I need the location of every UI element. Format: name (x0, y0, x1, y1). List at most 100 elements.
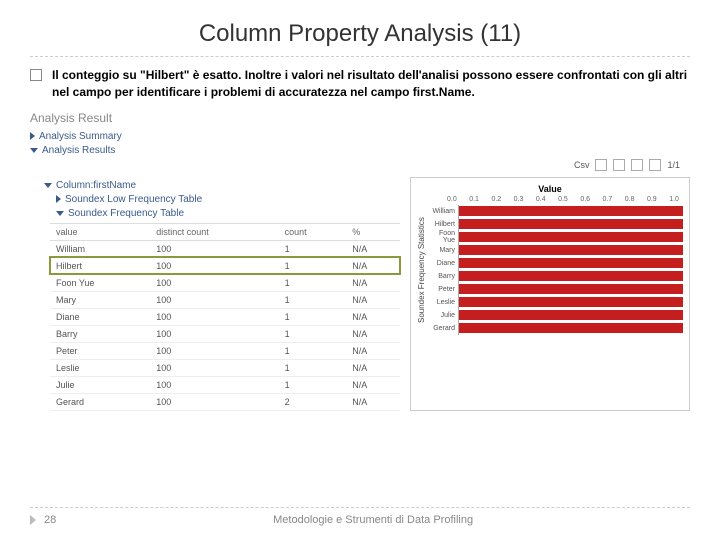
chart-bar (459, 310, 683, 320)
table-row[interactable]: Foon Yue1001N/A (50, 274, 400, 291)
table-row[interactable]: Gerard1002N/A (50, 393, 400, 410)
table-row[interactable]: Barry1001N/A (50, 325, 400, 342)
cell-value: Foon Yue (50, 274, 150, 291)
chart-bar-row: Peter (428, 283, 683, 296)
cell-count: 1 (279, 240, 347, 257)
cell-count: 1 (279, 342, 347, 359)
header-lowfreq[interactable]: Soundex Low Frequency Table (56, 194, 400, 205)
cell-count: 1 (279, 291, 347, 308)
bullet-item: Il conteggio su "Hilbert" è esatto. Inol… (30, 67, 690, 101)
cell-distinct: 100 (150, 325, 278, 342)
chevron-down-icon (56, 211, 64, 216)
table-row[interactable]: Diane1001N/A (50, 308, 400, 325)
chart-bar (459, 206, 683, 216)
chart-bar-row: Barry (428, 270, 683, 283)
cell-value: Diane (50, 308, 150, 325)
chart-y-label: Soundex Frequency Statistics (417, 205, 426, 335)
footer-text: Metodologie e Strumenti di Data Profilin… (56, 514, 690, 526)
table-row[interactable]: Julie1001N/A (50, 376, 400, 393)
cell-pct: N/A (346, 308, 400, 325)
table-row[interactable]: Hilbert1001N/A (50, 257, 400, 274)
chart-category-label: William (428, 208, 458, 215)
chart-category-label: Foon Yue (428, 230, 458, 244)
cell-value: Leslie (50, 359, 150, 376)
cell-count: 1 (279, 376, 347, 393)
chevron-right-icon (56, 195, 61, 203)
col-pct[interactable]: % (346, 223, 400, 240)
cell-distinct: 100 (150, 308, 278, 325)
cell-distinct: 100 (150, 359, 278, 376)
header-freq[interactable]: Soundex Frequency Table (56, 208, 400, 219)
analysis-area: Analysis Summary Analysis Results Csv 1/… (30, 131, 690, 411)
chart-bar (459, 245, 683, 255)
chart-bar (459, 284, 683, 294)
cell-distinct: 100 (150, 240, 278, 257)
table-row[interactable]: Peter1001N/A (50, 342, 400, 359)
label-column: Column:firstName (56, 180, 136, 191)
cell-value: Gerard (50, 393, 150, 410)
chart-category-label: Gerard (428, 325, 458, 332)
cell-distinct: 100 (150, 342, 278, 359)
cell-value: Barry (50, 325, 150, 342)
cell-distinct: 100 (150, 257, 278, 274)
chart-bar (459, 232, 683, 242)
cell-pct: N/A (346, 291, 400, 308)
frequency-table: value distinct count count % William1001… (50, 223, 400, 411)
header-analysis-summary[interactable]: Analysis Summary (30, 131, 690, 142)
last-page-icon[interactable] (649, 159, 661, 171)
cell-count: 1 (279, 359, 347, 376)
page-indicator: 1/1 (667, 160, 680, 170)
divider (30, 56, 690, 57)
next-page-icon[interactable] (631, 159, 643, 171)
label-analysis-summary: Analysis Summary (39, 131, 122, 142)
cell-pct: N/A (346, 393, 400, 410)
chart-panel: Value 0.00.10.20.30.40.50.60.70.80.91.0 … (410, 177, 690, 411)
footer-divider (30, 507, 690, 508)
table-row[interactable]: William1001N/A (50, 240, 400, 257)
header-analysis-results[interactable]: Analysis Results (30, 145, 690, 156)
prev-page-icon[interactable] (613, 159, 625, 171)
cell-count: 1 (279, 257, 347, 274)
chart-rows: WilliamHilbertFoon YueMaryDianeBarryPete… (428, 205, 683, 335)
chevron-right-icon (30, 132, 35, 140)
chart-bar (459, 323, 683, 333)
chart-bar-row: Gerard (428, 322, 683, 335)
cell-count: 1 (279, 274, 347, 291)
page-number: 28 (44, 514, 56, 526)
chart-category-label: Julie (428, 312, 458, 319)
chart-category-label: Peter (428, 286, 458, 293)
chart-category-label: Mary (428, 247, 458, 254)
chart-bar-row: Julie (428, 309, 683, 322)
chart-bar (459, 258, 683, 268)
cell-pct: N/A (346, 257, 400, 274)
section-analysis-result: Analysis Result (30, 111, 690, 125)
col-distinct[interactable]: distinct count (150, 223, 278, 240)
chart-bar-row: Leslie (428, 296, 683, 309)
page-title: Column Property Analysis (11) (30, 20, 690, 48)
chart-category-label: Hilbert (428, 221, 458, 228)
label-lowfreq: Soundex Low Frequency Table (65, 194, 202, 205)
cell-distinct: 100 (150, 376, 278, 393)
chart-bar-row: William (428, 205, 683, 218)
chart-category-label: Barry (428, 273, 458, 280)
cell-distinct: 100 (150, 291, 278, 308)
cell-value: Hilbert (50, 257, 150, 274)
col-count[interactable]: count (279, 223, 347, 240)
cell-distinct: 100 (150, 393, 278, 410)
label-analysis-results: Analysis Results (42, 145, 115, 156)
chart-bar (459, 219, 683, 229)
chart-category-label: Leslie (428, 299, 458, 306)
col-value[interactable]: value (50, 223, 150, 240)
chevron-down-icon (44, 183, 52, 188)
header-column[interactable]: Column:firstName (44, 180, 400, 191)
table-row[interactable]: Mary1001N/A (50, 291, 400, 308)
export-csv-button[interactable]: Csv (574, 160, 590, 170)
cell-value: Peter (50, 342, 150, 359)
cell-pct: N/A (346, 325, 400, 342)
chart-bar-row: Foon Yue (428, 231, 683, 244)
first-page-icon[interactable] (595, 159, 607, 171)
checkbox-icon (30, 69, 42, 81)
chart-bar (459, 271, 683, 281)
table-row[interactable]: Leslie1001N/A (50, 359, 400, 376)
cell-count: 1 (279, 308, 347, 325)
